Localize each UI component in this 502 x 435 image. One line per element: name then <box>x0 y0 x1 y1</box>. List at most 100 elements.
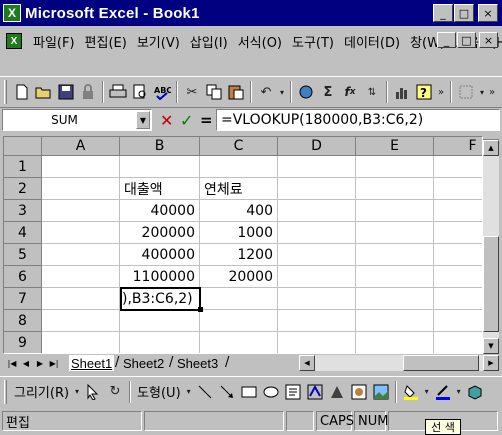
scrollbar-thumb[interactable] <box>483 236 499 332</box>
fill-color-icon[interactable] <box>400 381 422 403</box>
doc-restore-button[interactable]: □ <box>457 32 476 48</box>
scroll-down-icon[interactable]: ▼ <box>483 338 499 354</box>
chevron-down-icon[interactable]: ▼ <box>136 111 150 129</box>
row-header[interactable]: 3 <box>4 200 42 222</box>
doc-minimize-button[interactable]: _ <box>437 32 456 48</box>
cell[interactable] <box>120 156 200 178</box>
autoshapes-menu-button[interactable]: 도형(U) <box>134 382 184 401</box>
cell[interactable]: 1200 <box>200 244 278 266</box>
first-sheet-icon[interactable]: |◀ <box>5 355 19 371</box>
next-sheet-icon[interactable]: ▶ <box>33 355 47 371</box>
column-header[interactable]: C <box>200 137 278 156</box>
fill-color-dropdown-icon[interactable]: ▾ <box>422 381 432 403</box>
row-header[interactable]: 4 <box>4 222 42 244</box>
cell[interactable] <box>42 310 120 332</box>
row-header[interactable]: 7 <box>4 288 42 310</box>
cell[interactable] <box>278 266 356 288</box>
close-button[interactable]: × <box>478 4 498 22</box>
cell[interactable] <box>356 200 434 222</box>
undo-dropdown-icon[interactable]: ▾ <box>277 81 287 103</box>
tab-sheet1[interactable]: Sheet1 <box>69 355 115 371</box>
menu-edit[interactable]: 편집(E) <box>80 32 132 51</box>
print-icon[interactable] <box>107 81 129 103</box>
toolbar-grip[interactable] <box>4 80 7 104</box>
cell[interactable] <box>356 178 434 200</box>
prev-sheet-icon[interactable]: ◀ <box>19 355 33 371</box>
cell[interactable] <box>356 288 434 310</box>
insert-function-button[interactable]: = <box>200 111 213 129</box>
cut-icon[interactable]: ✂ <box>181 81 203 103</box>
select-all-button[interactable] <box>4 137 42 156</box>
column-header[interactable]: F <box>434 137 482 156</box>
textbox-icon[interactable] <box>282 381 304 403</box>
cell[interactable] <box>42 178 120 200</box>
cell[interactable] <box>434 244 482 266</box>
save-icon[interactable] <box>55 81 77 103</box>
permission-icon[interactable] <box>77 81 99 103</box>
scroll-up-icon[interactable]: ▲ <box>483 140 499 156</box>
cell[interactable] <box>356 332 434 353</box>
menu-file[interactable]: 파일(F) <box>28 32 80 51</box>
sort-icon[interactable]: ⇅ <box>361 81 383 103</box>
paste-icon[interactable] <box>225 81 247 103</box>
toolbar-grip[interactable] <box>4 379 7 404</box>
cell[interactable] <box>434 178 482 200</box>
cell[interactable]: 1100000 <box>120 266 200 288</box>
cell[interactable] <box>278 244 356 266</box>
open-icon[interactable] <box>33 81 55 103</box>
cell[interactable] <box>42 288 120 310</box>
cell[interactable]: 20000 <box>200 266 278 288</box>
scrollbar-thumb[interactable] <box>403 355 479 371</box>
cell[interactable] <box>200 310 278 332</box>
doc-close-button[interactable]: × <box>479 32 498 48</box>
cell[interactable] <box>278 310 356 332</box>
line-color-dropdown-icon[interactable]: ▾ <box>454 381 464 403</box>
horizontal-scrollbar[interactable]: ◀ ▶ <box>299 355 499 371</box>
cell[interactable]: 400 <box>200 200 278 222</box>
cell[interactable] <box>42 156 120 178</box>
cell[interactable] <box>278 332 356 353</box>
new-icon[interactable] <box>11 81 33 103</box>
cell[interactable] <box>278 200 356 222</box>
cell[interactable] <box>278 156 356 178</box>
enter-icon[interactable]: ✓ <box>180 111 193 130</box>
cell[interactable] <box>434 332 482 353</box>
line-color-icon[interactable] <box>432 381 454 403</box>
row-header[interactable]: 6 <box>4 266 42 288</box>
cell[interactable] <box>356 310 434 332</box>
menu-view[interactable]: 보기(V) <box>132 32 185 51</box>
help-icon[interactable]: ? <box>413 81 435 103</box>
cell[interactable] <box>434 310 482 332</box>
borders-dropdown-icon[interactable]: ▾ <box>477 81 487 103</box>
cell[interactable] <box>278 178 356 200</box>
cell[interactable]: 200000 <box>120 222 200 244</box>
arrow-icon[interactable] <box>216 381 238 403</box>
copy-icon[interactable] <box>203 81 225 103</box>
cancel-icon[interactable]: ✕ <box>160 111 173 130</box>
last-sheet-icon[interactable]: ▶| <box>47 355 61 371</box>
row-header[interactable]: 1 <box>4 156 42 178</box>
select-objects-icon[interactable] <box>82 381 104 403</box>
tab-sheet2[interactable]: Sheet2 <box>121 355 166 371</box>
hyperlink-icon[interactable] <box>295 81 317 103</box>
minimize-button[interactable]: _ <box>433 4 453 22</box>
chart-icon[interactable] <box>391 81 413 103</box>
function-icon[interactable]: fx <box>339 81 361 103</box>
cell[interactable] <box>120 332 200 353</box>
diagram-icon[interactable] <box>326 381 348 403</box>
row-header[interactable]: 9 <box>4 332 42 353</box>
oval-icon[interactable] <box>260 381 282 403</box>
picture-icon[interactable] <box>370 381 392 403</box>
borders-icon[interactable] <box>455 81 477 103</box>
column-header[interactable]: A <box>42 137 120 156</box>
toolbar-overflow-icon[interactable]: » <box>435 81 447 103</box>
clipart-icon[interactable] <box>348 381 370 403</box>
toolbar-overflow-icon[interactable]: » <box>487 81 497 103</box>
column-header[interactable]: E <box>356 137 434 156</box>
cell[interactable] <box>356 266 434 288</box>
cell[interactable] <box>434 156 482 178</box>
wordart-icon[interactable] <box>304 381 326 403</box>
cell[interactable] <box>278 288 356 310</box>
cell[interactable] <box>42 266 120 288</box>
cell[interactable] <box>42 200 120 222</box>
